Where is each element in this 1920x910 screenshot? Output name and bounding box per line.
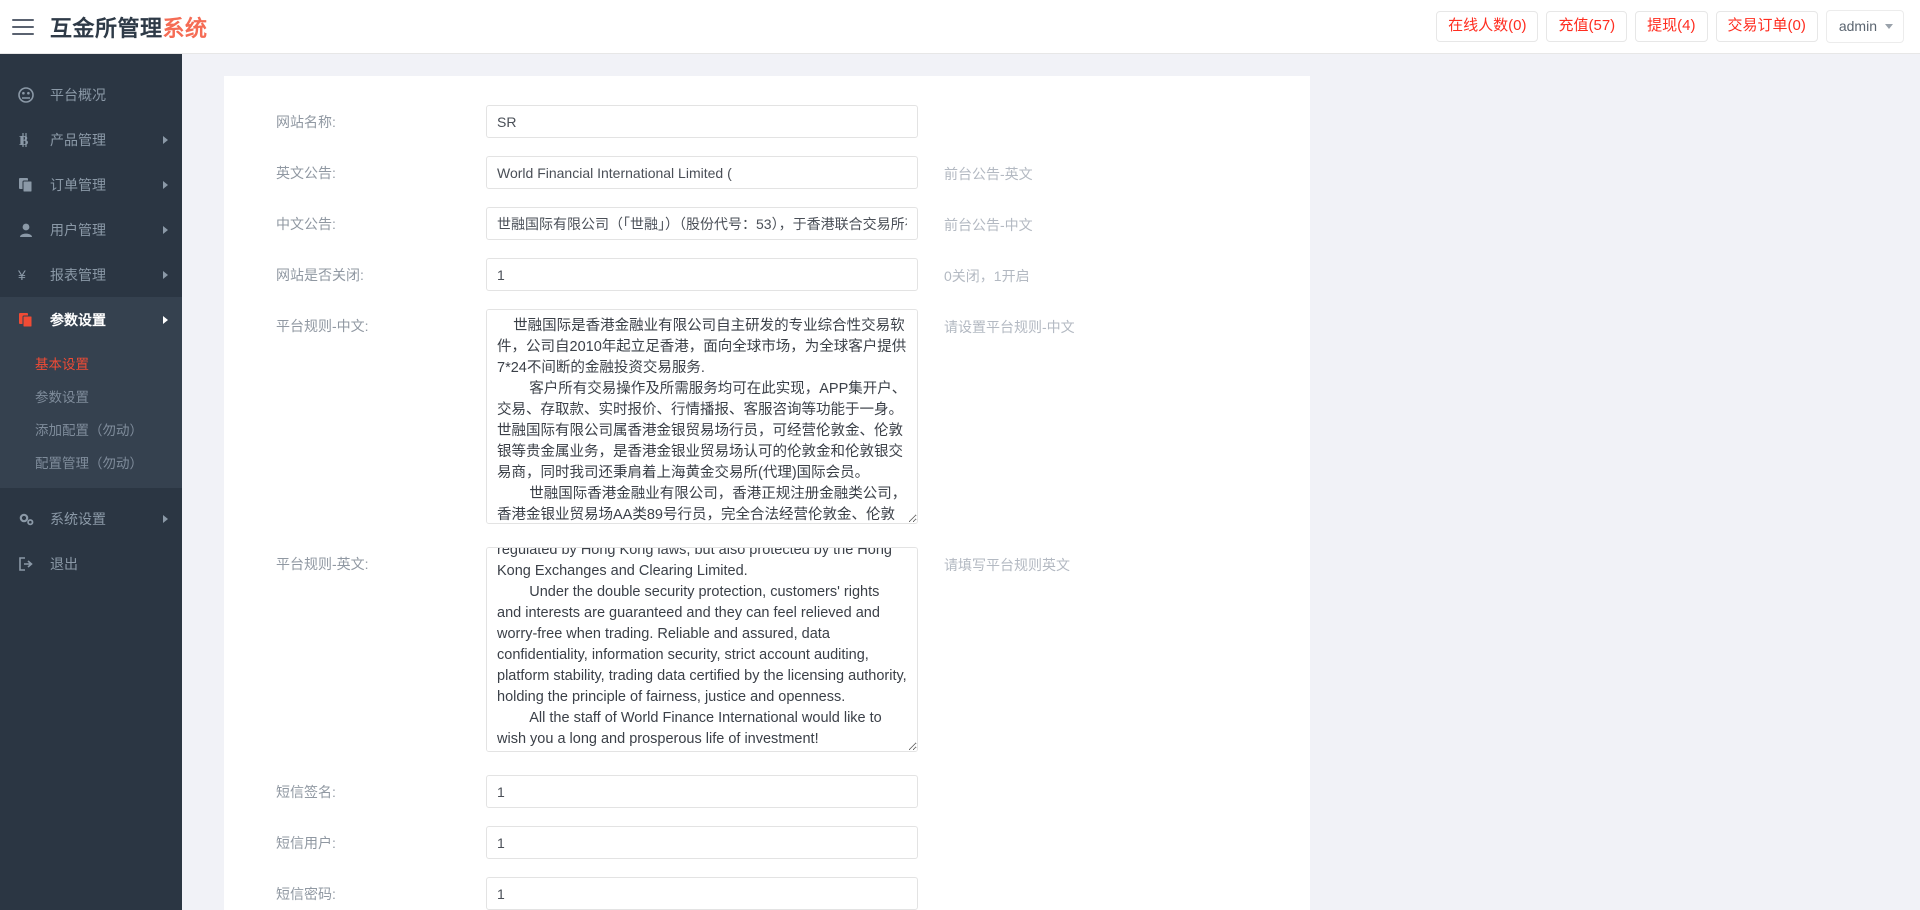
platform-rules-cn-textarea[interactable]: 世融国际是香港金融业有限公司自主研发的专业综合性交易软件，公司自2010年起立足… <box>486 309 918 524</box>
sidebar-item-label: 用户管理 <box>50 220 163 240</box>
field-help <box>918 826 944 834</box>
sidebar-item-label: 报表管理 <box>50 265 163 285</box>
field-label: 平台规则-英文: <box>224 547 486 574</box>
sidebar-item-label: 产品管理 <box>50 130 163 150</box>
sidebar-item-label: 退出 <box>50 554 182 574</box>
bitcoin-icon: B <box>18 132 40 148</box>
sidebar: 平台概况 B 产品管理 订单管理 用户管理 ¥ 报表管理 <box>0 54 182 910</box>
user-menu[interactable]: admin <box>1826 10 1904 43</box>
svg-text:¥: ¥ <box>18 267 26 283</box>
chevron-right-icon <box>163 271 168 279</box>
nav-withdraw[interactable]: 提现(4) <box>1635 11 1707 43</box>
brand-main-text: 互金所管理 <box>50 16 163 41</box>
sidebar-subitem-config-management[interactable]: 配置管理（勿动） <box>0 445 182 478</box>
page-title: 互金所管理系统 <box>50 11 208 43</box>
nav-online-count[interactable]: 在线人数(0) <box>1436 11 1538 43</box>
sidebar-subitem-add-config[interactable]: 添加配置（勿动） <box>0 412 182 445</box>
sms-user-input[interactable] <box>486 826 918 859</box>
sidebar-item-label: 平台概况 <box>50 85 182 105</box>
field-help: 请设置平台规则-中文 <box>918 309 1075 337</box>
sidebar-item-product-management[interactable]: B 产品管理 <box>0 117 182 162</box>
field-label: 网站是否关闭: <box>224 258 486 285</box>
form-row-platform-rules-cn: 平台规则-中文: 世融国际是香港金融业有限公司自主研发的专业综合性交易软件，公司… <box>224 300 1310 538</box>
sidebar-item-label: 系统设置 <box>50 509 163 529</box>
nav-recharge[interactable]: 充值(57) <box>1546 11 1627 43</box>
top-header: 互金所管理系统 在线人数(0) 充值(57) 提现(4) 交易订单(0) adm… <box>0 0 1920 54</box>
nav-trade-orders[interactable]: 交易订单(0) <box>1716 11 1818 43</box>
site-name-input[interactable] <box>486 105 918 138</box>
cogs-icon <box>18 511 40 527</box>
sidebar-subitem-basic-settings[interactable]: 基本设置 <box>0 346 182 379</box>
form-row-announcement-cn: 中文公告: 前台公告-中文 <box>224 198 1310 249</box>
platform-rules-en-textarea[interactable]: regulated by Hong Kong laws, but also pr… <box>486 547 918 752</box>
field-help: 前台公告-中文 <box>918 207 1033 235</box>
form-row-announcement-en: 英文公告: 前台公告-英文 <box>224 147 1310 198</box>
top-navigation: 在线人数(0) 充值(57) 提现(4) 交易订单(0) admin <box>1436 10 1920 43</box>
chevron-right-icon <box>163 181 168 189</box>
copy-files-icon <box>18 177 40 193</box>
form-row-sms-password: 短信密码: <box>224 868 1310 910</box>
sidebar-item-parameter-settings[interactable]: 参数设置 <box>0 297 182 342</box>
chevron-down-icon <box>1885 24 1893 29</box>
sidebar-submenu: 基本设置 参数设置 添加配置（勿动） 配置管理（勿动） <box>0 342 182 488</box>
sign-out-icon <box>18 556 40 572</box>
field-label: 中文公告: <box>224 207 486 234</box>
main-content: 网站名称: 英文公告: 前台公告-英文 中文公告: 前台公告-中文 网站是否关闭… <box>182 54 1920 910</box>
sms-password-input[interactable] <box>486 877 918 910</box>
chevron-right-icon <box>163 316 168 324</box>
sidebar-item-logout[interactable]: 退出 <box>0 541 182 586</box>
dashboard-icon <box>18 87 40 103</box>
sidebar-item-label: 订单管理 <box>50 175 163 195</box>
field-label: 英文公告: <box>224 156 486 183</box>
form-row-site-closed: 网站是否关闭: 0关闭，1开启 <box>224 249 1310 300</box>
form-row-platform-rules-en: 平台规则-英文: regulated by Hong Kong laws, bu… <box>224 538 1310 766</box>
sidebar-subitem-parameter-settings[interactable]: 参数设置 <box>0 379 182 412</box>
sidebar-item-report-management[interactable]: ¥ 报表管理 <box>0 252 182 297</box>
form-row-sms-signature: 短信签名: <box>224 766 1310 817</box>
yen-icon: ¥ <box>18 267 40 283</box>
sidebar-group-parameter-settings: 参数设置 基本设置 参数设置 添加配置（勿动） 配置管理（勿动） <box>0 297 182 488</box>
announcement-en-input[interactable] <box>486 156 918 189</box>
field-label: 短信签名: <box>224 775 486 802</box>
field-help: 请填写平台规则英文 <box>918 547 1070 575</box>
field-label: 短信密码: <box>224 877 486 904</box>
field-label: 平台规则-中文: <box>224 309 486 336</box>
form-row-sms-user: 短信用户: <box>224 817 1310 868</box>
sidebar-item-user-management[interactable]: 用户管理 <box>0 207 182 252</box>
site-closed-input[interactable] <box>486 258 918 291</box>
field-help: 前台公告-英文 <box>918 156 1033 184</box>
field-label: 短信用户: <box>224 826 486 853</box>
form-row-site-name: 网站名称: <box>224 96 1310 147</box>
chevron-right-icon <box>163 136 168 144</box>
user-menu-label: admin <box>1839 18 1877 34</box>
chevron-right-icon <box>163 226 168 234</box>
sidebar-item-order-management[interactable]: 订单管理 <box>0 162 182 207</box>
sidebar-item-system-settings[interactable]: 系统设置 <box>0 496 182 541</box>
svg-text:B: B <box>19 134 28 148</box>
announcement-cn-input[interactable] <box>486 207 918 240</box>
file-copy-icon <box>18 312 40 328</box>
field-label: 网站名称: <box>224 105 486 132</box>
hamburger-icon[interactable] <box>12 19 34 35</box>
sidebar-item-dashboard[interactable]: 平台概况 <box>0 72 182 117</box>
settings-card: 网站名称: 英文公告: 前台公告-英文 中文公告: 前台公告-中文 网站是否关闭… <box>224 76 1310 910</box>
sms-signature-input[interactable] <box>486 775 918 808</box>
field-help <box>918 775 944 783</box>
field-help: 0关闭，1开启 <box>918 258 1030 286</box>
sidebar-item-label: 参数设置 <box>50 310 163 330</box>
chevron-right-icon <box>163 515 168 523</box>
brand-accent-text: 系统 <box>163 16 208 41</box>
field-help <box>918 877 944 885</box>
user-icon <box>18 222 40 238</box>
field-help <box>918 105 944 113</box>
